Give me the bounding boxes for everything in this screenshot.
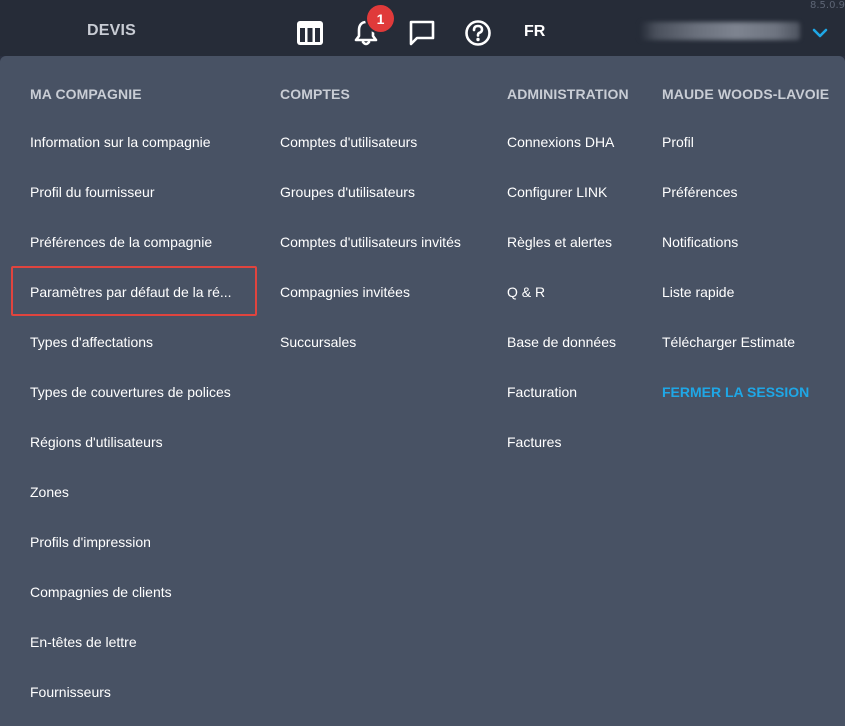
- menu-item-en-tetes-lettre[interactable]: En-têtes de lettre: [30, 634, 137, 650]
- top-bar: 8.5.0.9 DEVIS 1 FR: [0, 0, 845, 56]
- column-title-ma-compagnie: MA COMPAGNIE: [30, 86, 142, 102]
- column-title-comptes: COMPTES: [280, 86, 350, 102]
- menu-item-facturation[interactable]: Facturation: [507, 384, 577, 400]
- menu-item-information-compagnie[interactable]: Information sur la compagnie: [30, 134, 211, 150]
- language-selector[interactable]: FR: [524, 23, 545, 41]
- menu-item-regles-alertes[interactable]: Règles et alertes: [507, 234, 612, 250]
- menu-item-fournisseurs[interactable]: Fournisseurs: [30, 684, 111, 700]
- menu-item-zones[interactable]: Zones: [30, 484, 69, 500]
- user-name-blurred[interactable]: [640, 22, 800, 40]
- help-icon[interactable]: [464, 19, 492, 47]
- dashboard-icon[interactable]: [296, 19, 324, 47]
- menu-item-profil-fournisseur[interactable]: Profil du fournisseur: [30, 184, 155, 200]
- menu-item-succursales[interactable]: Succursales: [280, 334, 356, 350]
- menu-item-regions-utilisateurs[interactable]: Régions d'utilisateurs: [30, 434, 163, 450]
- menu-item-q-r[interactable]: Q & R: [507, 284, 545, 300]
- menu-item-base-donnees[interactable]: Base de données: [507, 334, 616, 350]
- column-title-administration: ADMINISTRATION: [507, 86, 629, 102]
- column-title-user: MAUDE WOODS-LAVOIE: [662, 86, 830, 102]
- menu-item-factures[interactable]: Factures: [507, 434, 561, 450]
- menu-item-liste-rapide[interactable]: Liste rapide: [662, 284, 734, 300]
- menu-item-compagnies-invitees[interactable]: Compagnies invitées: [280, 284, 410, 300]
- menu-item-profil[interactable]: Profil: [662, 134, 694, 150]
- menu-item-comptes-invites[interactable]: Comptes d'utilisateurs invités: [280, 234, 461, 250]
- version-label: 8.5.0.9: [810, 0, 845, 11]
- menu-item-preferences[interactable]: Préférences: [662, 184, 737, 200]
- menu-item-compagnies-clients[interactable]: Compagnies de clients: [30, 584, 172, 600]
- menu-item-configurer-link[interactable]: Configurer LINK: [507, 184, 607, 200]
- menu-item-notifications[interactable]: Notifications: [662, 234, 738, 250]
- menu-item-groupes-utilisateurs[interactable]: Groupes d'utilisateurs: [280, 184, 415, 200]
- menu-item-connexions-dha[interactable]: Connexions DHA: [507, 134, 614, 150]
- highlight-box: [11, 266, 257, 316]
- menu-item-comptes-utilisateurs[interactable]: Comptes d'utilisateurs: [280, 134, 417, 150]
- notification-badge: 1: [367, 5, 394, 32]
- menu-item-types-affectations[interactable]: Types d'affectations: [30, 334, 153, 350]
- chat-icon[interactable]: [408, 19, 436, 47]
- menu-item-telecharger-estimate[interactable]: Télécharger Estimate: [662, 334, 795, 350]
- page-title[interactable]: DEVIS: [87, 22, 136, 40]
- chevron-down-icon[interactable]: [812, 26, 828, 44]
- menu-item-types-couvertures[interactable]: Types de couvertures de polices: [30, 384, 231, 400]
- logout-link[interactable]: FERMER LA SESSION: [662, 384, 809, 400]
- menu-item-profils-impression[interactable]: Profils d'impression: [30, 534, 151, 550]
- menu-item-preferences-compagnie[interactable]: Préférences de la compagnie: [30, 234, 212, 250]
